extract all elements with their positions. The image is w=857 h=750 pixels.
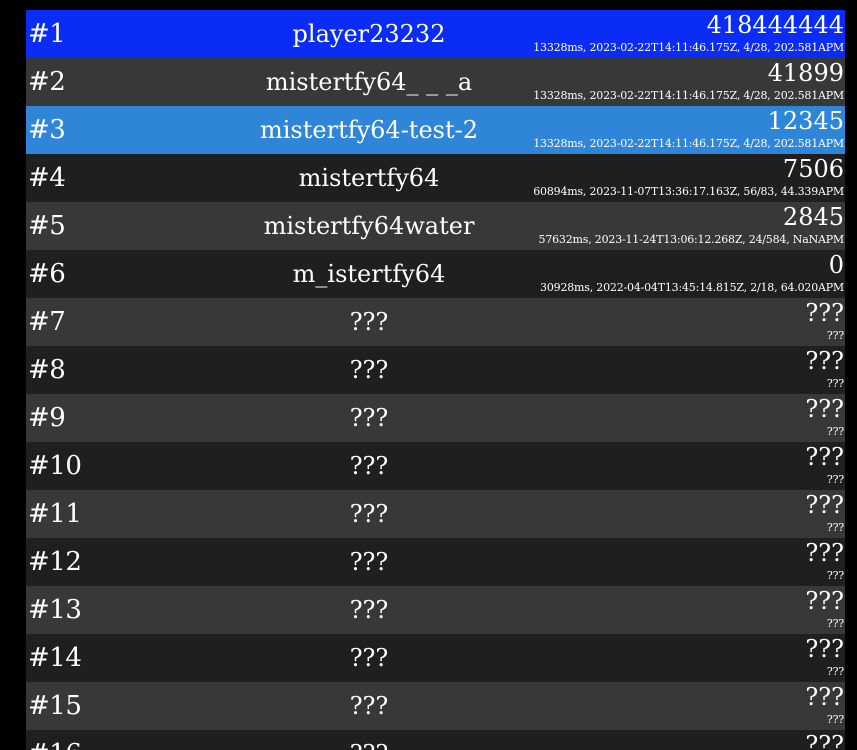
score-details: 57632ms, 2023-11-24T13:06:12.268Z, 24/58… bbox=[538, 233, 845, 246]
score-details: 13328ms, 2023-02-22T14:11:46.175Z, 4/28,… bbox=[533, 89, 844, 102]
score-value: ??? bbox=[805, 299, 844, 327]
score-value: ??? bbox=[805, 395, 844, 423]
score-value: 7506 bbox=[782, 155, 844, 183]
leaderboard-row-11[interactable]: #11 ??? ??? ??? bbox=[26, 490, 845, 538]
score-value: 2845 bbox=[782, 203, 844, 231]
leaderboard-row-1[interactable]: #1 player23232 418444444 13328ms, 2023-0… bbox=[26, 10, 845, 58]
score-value: ??? bbox=[805, 731, 844, 750]
leaderboard-row-8[interactable]: #8 ??? ??? ??? bbox=[26, 346, 845, 394]
player-name[interactable]: ??? bbox=[26, 682, 712, 730]
score-details: ??? bbox=[826, 377, 844, 390]
score-value: 41899 bbox=[767, 59, 844, 87]
score-value: 0 bbox=[828, 251, 844, 279]
score-details: ??? bbox=[826, 713, 844, 726]
player-name[interactable]: ??? bbox=[26, 298, 712, 346]
score-details: 13328ms, 2023-02-22T14:11:46.175Z, 4/28,… bbox=[533, 41, 844, 54]
score-details: 13328ms, 2023-02-22T14:11:46.175Z, 4/28,… bbox=[533, 137, 844, 150]
leaderboard: #1 player23232 418444444 13328ms, 2023-0… bbox=[26, 10, 845, 750]
leaderboard-row-5[interactable]: #5 mistertfy64water 2845 57632ms, 2023-1… bbox=[26, 202, 845, 250]
player-name[interactable]: ??? bbox=[26, 442, 712, 490]
leaderboard-row-6[interactable]: #6 m_istertfy64 0 30928ms, 2022-04-04T13… bbox=[26, 250, 845, 298]
score-details: ??? bbox=[826, 473, 844, 486]
leaderboard-row-2[interactable]: #2 mistertfy64_ _ _a 41899 13328ms, 2023… bbox=[26, 58, 845, 106]
score-details: ??? bbox=[826, 329, 844, 342]
player-name[interactable]: ??? bbox=[26, 730, 712, 750]
leaderboard-row-15[interactable]: #15 ??? ??? ??? bbox=[26, 682, 845, 730]
player-name[interactable]: ??? bbox=[26, 394, 712, 442]
score-value: ??? bbox=[805, 683, 844, 711]
player-name[interactable]: ??? bbox=[26, 586, 712, 634]
score-details: 60894ms, 2023-11-07T13:36:17.163Z, 56/83… bbox=[533, 185, 844, 198]
leaderboard-row-13[interactable]: #13 ??? ??? ??? bbox=[26, 586, 845, 634]
player-name[interactable]: ??? bbox=[26, 346, 712, 394]
score-details: ??? bbox=[826, 425, 844, 438]
score-value: ??? bbox=[805, 491, 844, 519]
score-details: 30928ms, 2022-04-04T13:45:14.815Z, 2/18,… bbox=[540, 281, 844, 294]
leaderboard-row-12[interactable]: #12 ??? ??? ??? bbox=[26, 538, 845, 586]
score-value: ??? bbox=[805, 635, 844, 663]
score-value: ??? bbox=[805, 539, 844, 567]
score-value: 12345 bbox=[767, 107, 844, 135]
player-name[interactable]: ??? bbox=[26, 538, 712, 586]
score-details: ??? bbox=[826, 569, 844, 582]
score-value: ??? bbox=[805, 587, 844, 615]
leaderboard-row-3[interactable]: #3 mistertfy64-test-2 12345 13328ms, 202… bbox=[26, 106, 845, 154]
score-details: ??? bbox=[826, 665, 844, 678]
leaderboard-row-16[interactable]: #16 ??? ??? ??? bbox=[26, 730, 845, 750]
leaderboard-row-7[interactable]: #7 ??? ??? ??? bbox=[26, 298, 845, 346]
player-name[interactable]: ??? bbox=[26, 490, 712, 538]
leaderboard-row-4[interactable]: #4 mistertfy64 7506 60894ms, 2023-11-07T… bbox=[26, 154, 845, 202]
score-value: 418444444 bbox=[706, 11, 844, 39]
score-details: ??? bbox=[826, 617, 844, 630]
leaderboard-row-10[interactable]: #10 ??? ??? ??? bbox=[26, 442, 845, 490]
score-value: ??? bbox=[805, 443, 844, 471]
leaderboard-row-14[interactable]: #14 ??? ??? ??? bbox=[26, 634, 845, 682]
score-value: ??? bbox=[805, 347, 844, 375]
player-name[interactable]: ??? bbox=[26, 634, 712, 682]
leaderboard-row-9[interactable]: #9 ??? ??? ??? bbox=[26, 394, 845, 442]
score-details: ??? bbox=[826, 521, 844, 534]
